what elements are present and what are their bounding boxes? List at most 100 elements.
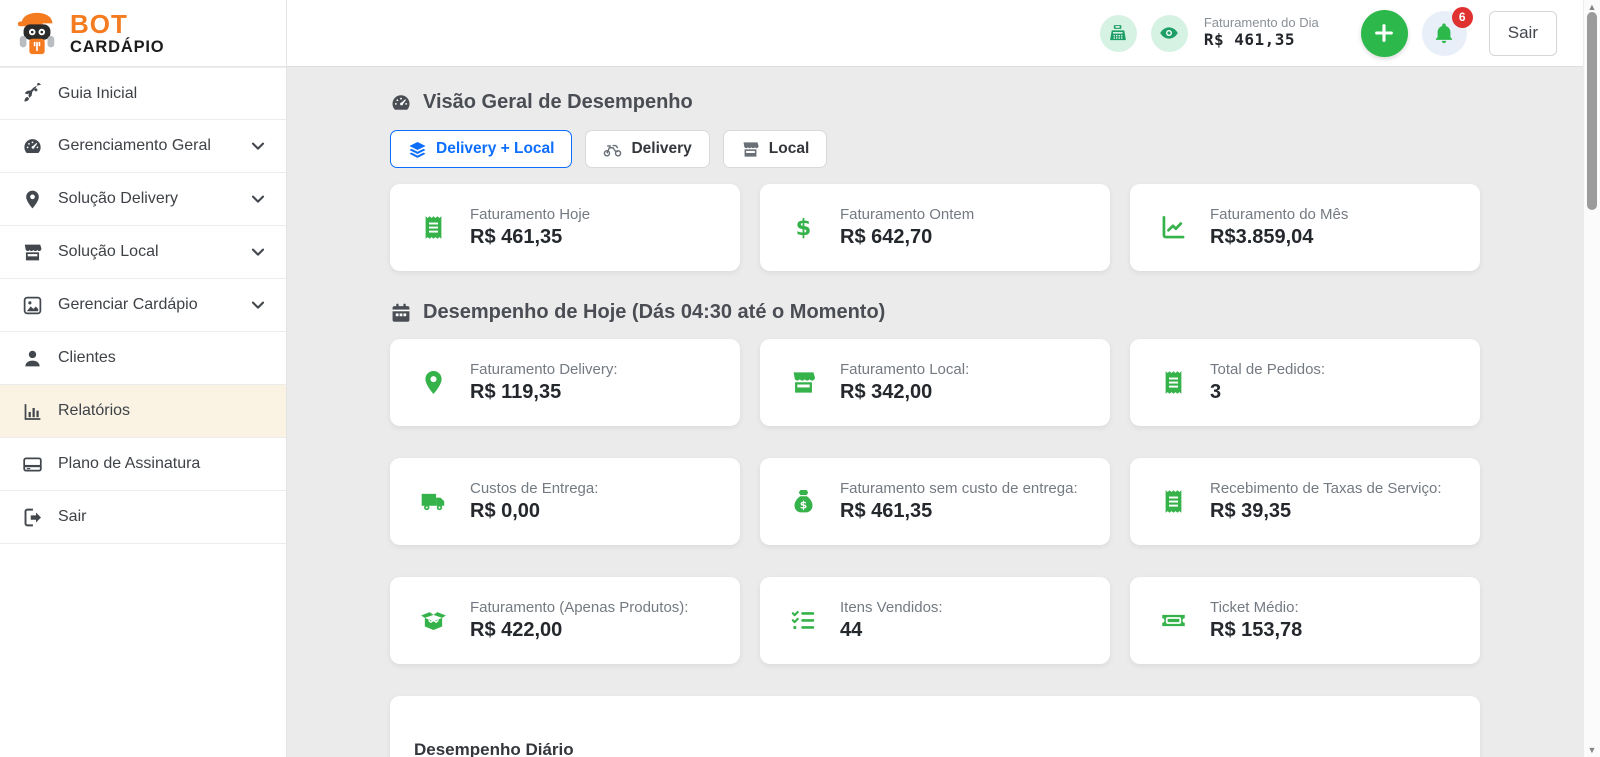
store-icon [741,140,760,159]
main-area: Faturamento do Dia R$ 461,35 6 Sair Visã… [287,0,1583,757]
stat-label: Custos de Entrega: [470,480,598,497]
brand-bot-text: BOT [70,11,164,37]
stat-card-faturamento-delivery: Faturamento Delivery: R$ 119,35 [390,339,740,426]
cash-register-button[interactable] [1100,15,1137,52]
dollar-sign-icon [790,214,817,241]
notification-badge: 6 [1452,7,1473,28]
notifications-button[interactable]: 6 [1422,11,1467,56]
stat-label: Faturamento Ontem [840,206,974,223]
sign-out-icon [22,507,43,528]
truck-icon [420,488,447,515]
sidebar-item-sair[interactable]: Sair [0,491,286,544]
chevron-down-icon [250,297,266,313]
stat-label: Faturamento do Mês [1210,206,1348,223]
tab-delivery-local[interactable]: Delivery + Local [390,130,572,168]
sidebar-item-clientes[interactable]: Clientes [0,332,286,385]
sidebar-item-label: Clientes [58,349,116,367]
bar-chart-icon [22,401,43,422]
channel-tabs: Delivery + Local Delivery Local [390,130,1480,168]
sidebar-item-gerenciamento-geral[interactable]: Gerenciamento Geral [0,120,286,173]
stat-label: Faturamento (Apenas Produtos): [470,599,688,616]
add-button[interactable] [1361,10,1408,57]
scrollbar-down-arrow[interactable]: ▼ [1584,745,1600,755]
calendar-icon [390,302,412,324]
sidebar-item-relatorios[interactable]: Relatórios [0,385,286,438]
sidebar-item-solucao-delivery[interactable]: Solução Delivery [0,173,286,226]
sidebar-item-plano-assinatura[interactable]: Plano de Assinatura [0,438,286,491]
money-bag-icon [790,488,817,515]
map-pin-icon [420,369,447,396]
image-file-icon [22,295,43,316]
store-icon [790,369,817,396]
scrollbar-up-arrow[interactable]: ▲ [1584,2,1600,12]
stat-label: Itens Vendidos: [840,599,943,616]
stat-card-faturamento-local: Faturamento Local: R$ 342,00 [760,339,1110,426]
sidebar-item-label: Gerenciamento Geral [58,137,211,155]
stat-label: Recebimento de Taxas de Serviço: [1210,480,1442,497]
daily-revenue: Faturamento do Dia R$ 461,35 [1204,16,1319,49]
stat-card-taxas-servico: Recebimento de Taxas de Serviço: R$ 39,3… [1130,458,1480,545]
receipt-icon [1160,488,1187,515]
sidebar-item-label: Solução Delivery [58,190,178,208]
list-check-icon [790,607,817,634]
daily-performance-panel: Desempenho Diário [390,696,1480,757]
stat-label: Faturamento Hoje [470,206,590,223]
brand-logo[interactable]: BOT CARDÁPIO [0,0,286,67]
sidebar-nav: Guia Inicial Gerenciamento Geral Solução… [0,67,286,544]
sidebar-item-label: Plano de Assinatura [58,455,200,473]
eye-icon [1159,23,1179,43]
stat-label: Faturamento Delivery: [470,361,618,378]
overview-cards: Faturamento Hoje R$ 461,35 Faturamento O… [390,184,1480,271]
sidebar: BOT CARDÁPIO Guia Inicial Gerenciamento … [0,0,287,757]
stat-value: R$3.859,04 [1210,226,1348,249]
logout-button[interactable]: Sair [1489,11,1557,56]
plus-icon [1373,22,1395,44]
gauge-icon [22,136,43,157]
gauge-icon [390,92,412,114]
stat-value: R$ 0,00 [470,500,598,523]
brand-wordmark: BOT CARDÁPIO [70,11,164,56]
chevron-down-icon [250,138,266,154]
tab-delivery[interactable]: Delivery [585,130,709,168]
sidebar-item-guia-inicial[interactable]: Guia Inicial [0,67,286,120]
store-icon [22,242,43,263]
stat-card-total-pedidos: Total de Pedidos: 3 [1130,339,1480,426]
stat-value: R$ 153,78 [1210,619,1302,642]
sidebar-item-label: Gerenciar Cardápio [58,296,198,314]
stat-card-faturamento-sem-entrega: Faturamento sem custo de entrega: R$ 461… [760,458,1110,545]
scrollbar-thumb[interactable] [1587,12,1597,210]
stat-card-faturamento-mes: Faturamento do Mês R$3.859,04 [1130,184,1480,271]
content-scroll-area: Visão Geral de Desempenho Delivery + Loc… [287,67,1583,757]
rocket-icon [22,83,43,104]
stat-card-itens-vendidos: Itens Vendidos: 44 [760,577,1110,664]
today-cards: Faturamento Delivery: R$ 119,35 Faturame… [390,339,1480,664]
sidebar-item-gerenciar-cardapio[interactable]: Gerenciar Cardápio [0,279,286,332]
daily-revenue-value: R$ 461,35 [1204,31,1319,49]
chevron-down-icon [250,244,266,260]
receipt-icon [1160,369,1187,396]
stat-value: R$ 422,00 [470,619,688,642]
visibility-toggle-button[interactable] [1151,15,1188,52]
tab-local[interactable]: Local [723,130,827,168]
stat-value: 44 [840,619,943,642]
today-section-title: Desempenho de Hoje (Dás 04:30 até o Mome… [390,301,1480,324]
motorcycle-icon [603,140,622,159]
ticket-icon [1160,607,1187,634]
tab-label: Delivery [631,140,691,158]
vertical-scrollbar[interactable]: ▲ ▼ [1583,0,1600,757]
box-open-icon [420,607,447,634]
sidebar-item-label: Guia Inicial [58,85,137,103]
tab-label: Delivery + Local [436,140,554,158]
stat-value: R$ 461,35 [470,226,590,249]
sidebar-item-label: Relatórios [58,402,130,420]
brand-robot-icon [14,10,60,56]
stat-label: Faturamento sem custo de entrega: [840,480,1078,497]
stat-card-faturamento-ontem: Faturamento Ontem R$ 642,70 [760,184,1110,271]
stat-label: Total de Pedidos: [1210,361,1325,378]
app-window: BOT CARDÁPIO Guia Inicial Gerenciamento … [0,0,1600,757]
layers-icon [408,140,427,159]
sidebar-item-solucao-local[interactable]: Solução Local [0,226,286,279]
stat-card-custos-entrega: Custos de Entrega: R$ 0,00 [390,458,740,545]
stat-value: R$ 119,35 [470,381,618,404]
credit-card-icon [22,454,43,475]
